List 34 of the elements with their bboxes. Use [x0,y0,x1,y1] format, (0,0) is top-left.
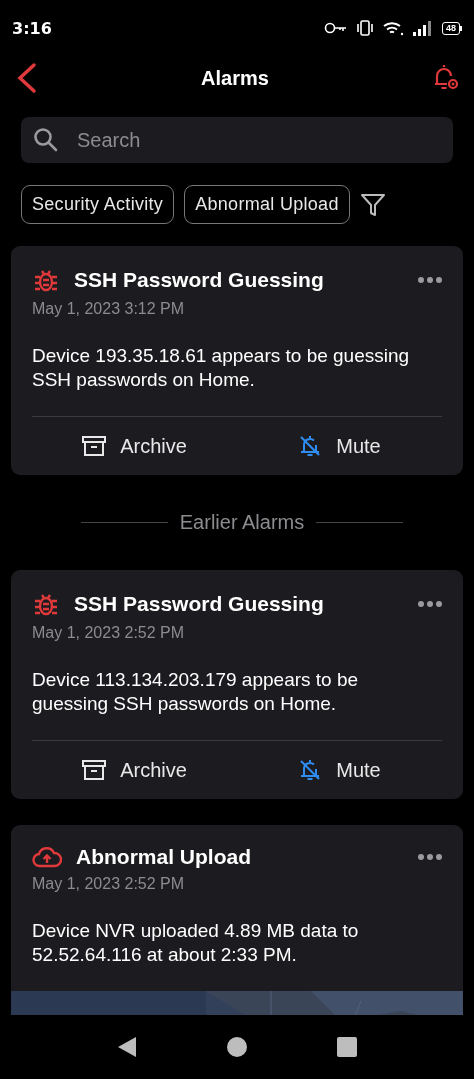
filter-chip[interactable]: Abnormal Upload [184,185,350,224]
vibrate-icon [356,20,374,36]
alarm-description: Device 193.35.18.61 appears to be guessing SSH passwords on Home. [32,344,411,392]
page-title: Alarms [201,66,269,90]
signal-icon [412,20,434,36]
alarm-description: Device 113.134.203.179 appears to be guessing SSH passwords on Home. [32,668,360,716]
mute-button[interactable]: Mute [237,417,442,475]
more-icon[interactable] [418,601,442,607]
archive-button[interactable]: Archive [32,741,237,799]
alarm-title: SSH Password Guessing [74,592,325,616]
alarm-title: SSH Password Guessing [74,268,325,292]
filter-icon[interactable] [359,191,386,218]
clock-time: 3:16 [12,18,52,38]
archive-button[interactable]: Archive [32,417,237,475]
alarm-time: May 1, 2023 3:12 PM [32,300,186,318]
more-icon[interactable] [418,854,442,860]
search-icon [33,127,59,153]
alarm-description: Device NVR uploaded 4.89 MB data to 52.52.64.116 at about 2:33 PM. [32,919,360,967]
home-nav-icon[interactable] [227,1037,247,1057]
alarm-title: Abnormal Upload [76,845,252,869]
search-field[interactable]: Search [21,117,453,163]
more-icon[interactable] [418,277,442,283]
alarm-time: May 1, 2023 2:52 PM [32,624,186,642]
section-label: Earlier Alarms [179,511,305,534]
search-input[interactable]: Search [75,127,441,153]
alarm-time: May 1, 2023 2:52 PM [32,875,186,893]
mute-button[interactable]: Mute [237,741,442,799]
archive-icon [82,759,107,781]
archive-icon [82,435,107,457]
key-icon [324,22,348,34]
back-nav-icon[interactable] [117,1036,137,1058]
filter-chip[interactable]: Security Activity [21,185,175,224]
wifi-icon [382,20,404,36]
cloud-upload-icon [32,846,62,868]
